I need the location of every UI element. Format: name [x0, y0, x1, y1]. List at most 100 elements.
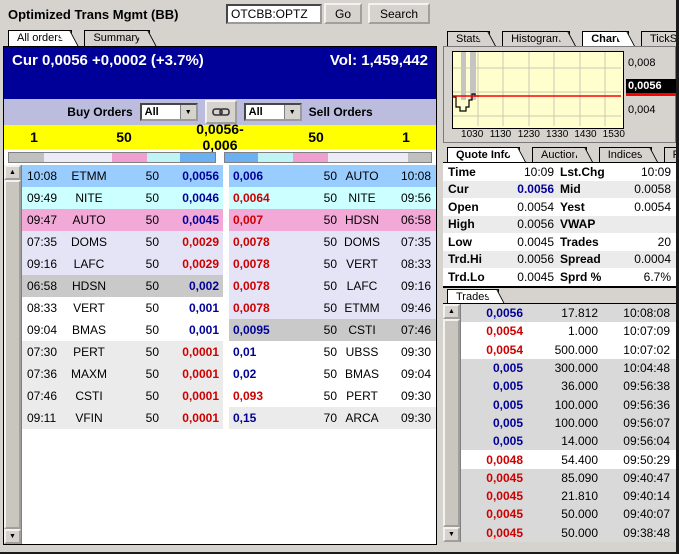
trade-price: 0,0045: [461, 507, 523, 521]
ask-side: 0,00750HDSN06:58: [229, 209, 436, 231]
tab-stats[interactable]: Stats: [447, 31, 490, 47]
scrollbar-thumb[interactable]: [443, 319, 460, 527]
search-button[interactable]: Search: [368, 3, 430, 24]
bid-market-maker: VERT: [65, 301, 113, 315]
tab-tickscope[interactable]: TickScope: [641, 31, 679, 47]
bid-price: 0,001: [159, 301, 223, 315]
tab-summary[interactable]: Summary: [84, 30, 149, 46]
depth-segment: [44, 153, 112, 162]
trade-price: 0,0054: [461, 343, 523, 357]
scroll-down-icon[interactable]: ▼: [4, 529, 21, 544]
depth-segment: [225, 153, 258, 162]
scroll-up-icon[interactable]: ▲: [443, 304, 460, 319]
scroll-down-icon[interactable]: ▼: [443, 527, 460, 542]
quote-info-row: Trd.Hi0.0056Spread0.0004: [443, 251, 676, 269]
symbol-input[interactable]: [226, 4, 322, 24]
trade-price: 0,005: [461, 434, 523, 448]
trade-row[interactable]: 0,005300.00010:04:48: [461, 359, 676, 377]
quote-value: 0.0004: [616, 252, 671, 266]
order-book-scrollbar[interactable]: ▲ ▼: [4, 165, 22, 544]
ask-market-maker: DOMS: [337, 235, 387, 249]
chevron-down-icon[interactable]: ▼: [180, 105, 196, 119]
ask-side: 0,0150UBSS09:30: [229, 341, 436, 363]
left-tab-strip: All orders Summary: [8, 29, 162, 46]
quote-info-row: Open0.0054Yest0.0054: [443, 198, 676, 216]
trade-row[interactable]: 0,00536.00009:56:38: [461, 377, 676, 395]
quote-info-row: Low0.0045Trades20: [443, 233, 676, 251]
quote-info-table: Time10:09Lst.Chg10:09Cur0.0056Mid0.0058O…: [443, 162, 676, 288]
trade-row[interactable]: 0,00541.00010:07:09: [461, 322, 676, 340]
trade-row[interactable]: 0,005100.00009:56:36: [461, 395, 676, 413]
quote-label: Lst.Chg: [560, 165, 616, 179]
trade-row[interactable]: 0,004854.40009:50:29: [461, 450, 676, 468]
ask-price: 0,0064: [229, 191, 303, 205]
ask-side: 0,007850DOMS07:35: [229, 231, 436, 253]
bid-market-maker: AUTO: [65, 213, 113, 227]
order-book-row[interactable]: 09:47AUTO500,00450,00750HDSN06:58: [22, 209, 436, 231]
trade-row[interactable]: 0,004550.00009:38:48: [461, 524, 676, 542]
order-book-row[interactable]: 09:49NITE500,00460,006450NITE09:56: [22, 187, 436, 209]
tab-quote-info[interactable]: Quote Info: [447, 147, 520, 163]
order-book-row[interactable]: 09:11VFIN500,00010,1570ARCA09:30: [22, 407, 436, 429]
quote-value: 10:09: [498, 165, 560, 179]
order-book-row[interactable]: 09:04BMAS500,0010,009550CSTI07:46: [22, 319, 436, 341]
order-book-row[interactable]: 07:35DOMS500,00290,007850DOMS07:35: [22, 231, 436, 253]
sell-filter-dropdown[interactable]: All ▼: [244, 103, 302, 121]
ask-side: 0,0250BMAS09:04: [229, 363, 436, 385]
x-axis-tick: 1030: [458, 129, 486, 140]
ask-price: 0,02: [229, 367, 303, 381]
bid-market-maker: DOMS: [65, 235, 113, 249]
tab-all-orders[interactable]: All orders: [8, 30, 72, 46]
bid-size: 50: [113, 213, 159, 227]
tab-chart[interactable]: Chart: [582, 31, 629, 47]
ask-price: 0,093: [229, 389, 303, 403]
scrollbar-track[interactable]: [443, 319, 460, 527]
trade-row[interactable]: 0,005617.81210:08:08: [461, 304, 676, 322]
order-book-row[interactable]: 07:36MAXM500,00010,0250BMAS09:04: [22, 363, 436, 385]
buy-orders-label: Buy Orders: [67, 105, 132, 119]
bid-depth-bar: [8, 152, 216, 163]
ask-size: 50: [303, 235, 337, 249]
trade-row[interactable]: 0,004585.09009:40:47: [461, 469, 676, 487]
quote-info-row: Time10:09Lst.Chg10:09: [443, 163, 676, 181]
order-book-row[interactable]: 06:58HDSN500,0020,007850LAFC09:16: [22, 275, 436, 297]
depth-segment: [9, 153, 44, 162]
ask-market-maker: ARCA: [337, 411, 387, 425]
scrollbar-thumb[interactable]: [4, 180, 21, 529]
tab-indices[interactable]: Indices: [599, 147, 652, 163]
go-button[interactable]: Go: [324, 3, 362, 24]
depth-segment: [408, 153, 431, 162]
trade-time: 09:38:48: [602, 526, 676, 540]
trade-time: 09:56:38: [602, 379, 676, 393]
quote-value: 0.0054: [616, 200, 671, 214]
trade-row[interactable]: 0,005100.00009:56:07: [461, 414, 676, 432]
tab-histogram[interactable]: Histogram: [502, 31, 570, 47]
order-book-row[interactable]: 07:30PERT500,00010,0150UBSS09:30: [22, 341, 436, 363]
chevron-down-icon[interactable]: ▼: [284, 105, 300, 119]
trade-row[interactable]: 0,0054500.00010:07:02: [461, 341, 676, 359]
depth-segment: [112, 153, 147, 162]
ask-size: 50: [303, 169, 337, 183]
trade-row[interactable]: 0,004550.00009:40:07: [461, 505, 676, 523]
order-book-row[interactable]: 07:46CSTI500,00010,09350PERT09:30: [22, 385, 436, 407]
quote-label: Low: [448, 235, 498, 249]
bid-time: 07:30: [22, 345, 65, 359]
order-book-row[interactable]: 09:16LAFC500,00290,007850VERT08:33: [22, 253, 436, 275]
buy-filter-dropdown[interactable]: All ▼: [140, 103, 198, 121]
trade-row[interactable]: 0,00514.00009:56:04: [461, 432, 676, 450]
scrollbar-track[interactable]: [4, 180, 21, 529]
trade-row[interactable]: 0,004521.81009:40:14: [461, 487, 676, 505]
volume: Vol: 1,459,442: [330, 52, 428, 99]
scroll-up-icon[interactable]: ▲: [4, 165, 21, 180]
ask-price: 0,0078: [229, 301, 303, 315]
tab-auction[interactable]: Auction: [532, 147, 587, 163]
bid-time: 09:04: [22, 323, 65, 337]
trades-scrollbar[interactable]: ▲ ▼: [443, 304, 461, 542]
bid-size: 50: [113, 345, 159, 359]
quote-label: High: [448, 217, 498, 231]
order-book-row[interactable]: 08:33VERT500,0010,007850ETMM09:46: [22, 297, 436, 319]
order-book-rows: 10:08ETMM500,00560,00650AUTO10:0809:49NI…: [22, 165, 436, 544]
order-book-row[interactable]: 10:08ETMM500,00560,00650AUTO10:08: [22, 165, 436, 187]
trade-size: 50.000: [523, 526, 602, 540]
quote-label: Sprd %: [560, 270, 616, 284]
